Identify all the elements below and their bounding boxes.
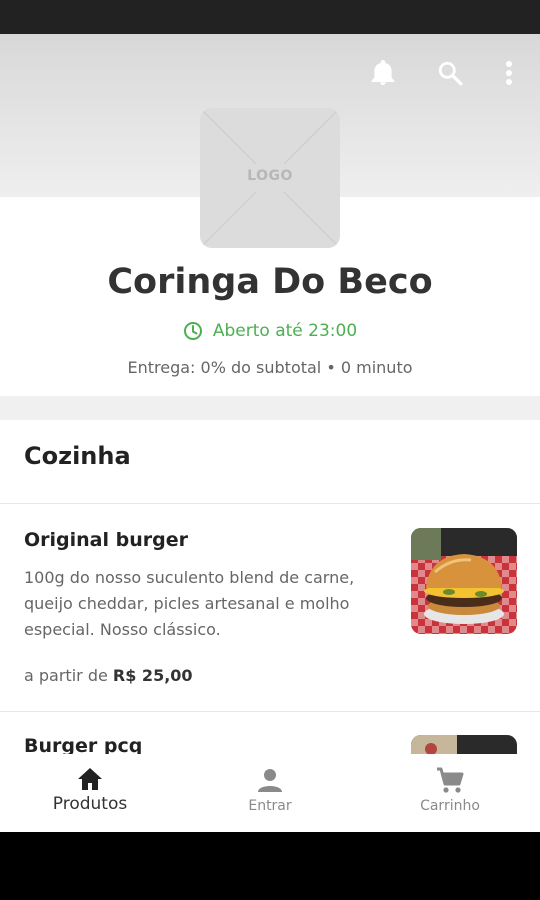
price-prefix: a partir de	[24, 666, 108, 685]
bell-icon[interactable]	[368, 58, 398, 88]
cart-icon	[437, 767, 464, 793]
nav-label: Produtos	[52, 794, 128, 814]
nav-label: Entrar	[248, 798, 292, 814]
product-image	[411, 528, 517, 634]
delivery-info: Entrega: 0% do subtotal • 0 minuto	[127, 358, 413, 377]
product-price: a partir de R$ 25,00	[24, 666, 193, 685]
nav-item-produtos[interactable]: Produtos	[0, 754, 180, 832]
section-divider	[0, 396, 540, 420]
nav-label: Carrinho	[420, 798, 480, 814]
home-icon	[78, 768, 102, 790]
store-name: Coringa Do Beco	[107, 262, 433, 302]
person-icon	[258, 769, 282, 792]
price-value: R$ 25,00	[112, 666, 193, 685]
store-open-status: Aberto até 23:00	[0, 321, 540, 341]
status-bar	[0, 0, 540, 34]
divider	[0, 711, 540, 712]
bottom-navigation: Produtos Entrar Carrinho	[0, 754, 540, 832]
logo-placeholder-text: LOGO	[247, 168, 293, 184]
nav-item-entrar[interactable]: Entrar	[180, 754, 360, 832]
more-vert-icon[interactable]	[494, 58, 524, 88]
nav-item-carrinho[interactable]: Carrinho	[360, 754, 540, 832]
search-icon[interactable]	[435, 58, 465, 88]
open-hours-text: Aberto até 23:00	[212, 321, 358, 341]
product-description: 100g do nosso suculento blend de carne, …	[24, 568, 355, 639]
app-screen: LOGO Coringa Do Beco Aberto até 23:00 En…	[0, 34, 540, 832]
system-navigation-area	[0, 832, 540, 900]
product-card-original-burger[interactable]: Original burger 100g do nosso suculento …	[0, 504, 540, 711]
store-logo: LOGO	[200, 108, 340, 248]
clock-icon	[183, 322, 202, 340]
category-title: Cozinha	[24, 442, 131, 470]
product-name: Original burger	[24, 529, 188, 551]
